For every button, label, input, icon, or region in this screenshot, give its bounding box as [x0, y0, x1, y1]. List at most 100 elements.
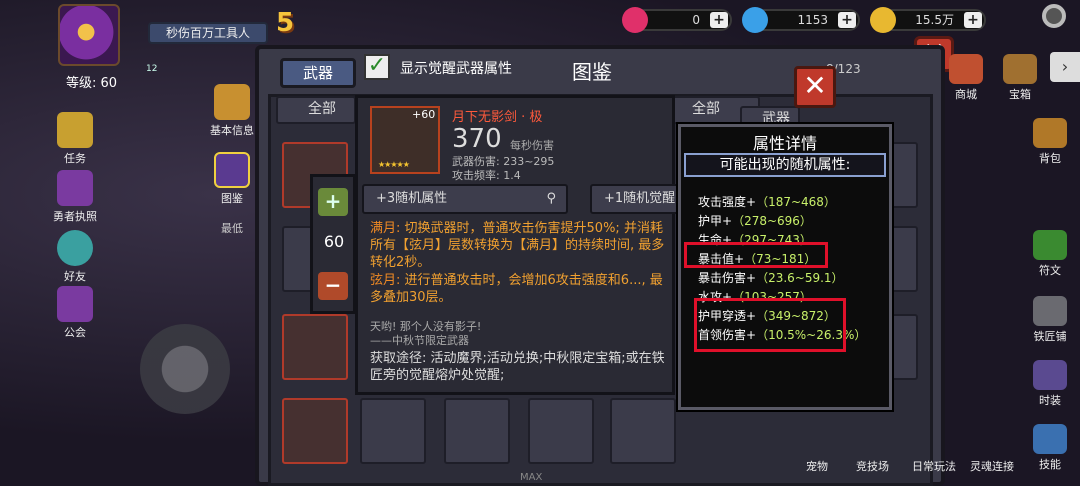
menu-runes[interactable]: 符文: [1028, 230, 1072, 278]
menu-label: 宝箱: [1009, 88, 1031, 101]
heart-icon: [622, 7, 648, 33]
increase-button[interactable]: +: [318, 188, 348, 216]
menu-guild[interactable]: 公会: [50, 286, 100, 340]
vip-level-badge[interactable]: 5: [276, 8, 294, 38]
fashion-icon: [1033, 360, 1067, 390]
menu-shop[interactable]: 商城: [944, 54, 988, 102]
gem-icon: [742, 7, 768, 33]
hearts-counter: 0 +: [622, 7, 732, 33]
guild-icon: [57, 286, 93, 322]
skill-icon: [1033, 424, 1067, 454]
menu-fashion[interactable]: 时装: [1028, 360, 1072, 408]
show-awaken-checkbox[interactable]: ✓: [364, 54, 390, 80]
highlight-box-penetration: [694, 298, 846, 352]
nav-arena[interactable]: 竞技场: [856, 458, 889, 474]
quantity-value: 60: [323, 232, 345, 251]
attribute-row: 暴击伤害+（23.6~59.1）: [698, 269, 844, 286]
attribute-range: （278~696）: [732, 214, 812, 228]
weapon-slot[interactable]: [528, 398, 594, 464]
weapon-name: 月下无影剑 · 极: [452, 110, 543, 125]
tasks-icon: [57, 112, 93, 148]
popup-subtitle: 可能出现的随机属性:: [684, 153, 886, 177]
hearts-value: 0: [692, 13, 700, 27]
menu-blacksmith[interactable]: 铁匠铺: [1028, 296, 1072, 344]
weapon-slot[interactable]: [282, 398, 348, 464]
decrease-button[interactable]: −: [318, 272, 348, 300]
coins-counter: 15.5万 +: [870, 7, 986, 33]
menu-label: 背包: [1039, 152, 1061, 165]
popup-title: 属性详情: [752, 134, 817, 153]
coin-icon: [870, 7, 896, 33]
filter-label: 全部: [308, 101, 336, 117]
panel-title: 图鉴: [572, 60, 612, 84]
skill-text: 进行普通攻击时，会增加6攻击强度和6..., 最多叠加30层。: [370, 273, 663, 305]
notification-badge: 12: [146, 64, 158, 74]
menu-label: 好友: [64, 270, 86, 283]
chest-icon: [1003, 54, 1037, 84]
anvil-icon: [1033, 296, 1067, 326]
button-label: +3随机属性: [376, 191, 448, 206]
nav-soul-link[interactable]: 灵魂连接: [970, 458, 1014, 474]
filter-dropdown-all[interactable]: 全部: [276, 96, 356, 124]
menu-friends[interactable]: 好友: [50, 230, 100, 284]
add-coins-button[interactable]: +: [964, 12, 982, 28]
filter-label: 全部: [692, 101, 720, 117]
highlight-box-crit: [684, 242, 828, 268]
weapon-slot[interactable]: [610, 398, 676, 464]
license-icon: [57, 170, 93, 206]
awaken-attribute-button[interactable]: +1随机觉醒: [590, 184, 680, 214]
rune-icon: [1033, 230, 1067, 260]
random-attribute-button[interactable]: +3随机属性 ⚲: [362, 184, 568, 214]
weapon-dps: 370: [452, 124, 502, 154]
attribute-name: 暴击伤害+: [698, 271, 757, 285]
menu-label: 图鉴: [221, 192, 243, 205]
attribute-range: （23.6~59.1）: [756, 271, 844, 285]
obtain-methods: 获取途径: 活动魔界;活动兑换;中秋限定宝箱;或在铁匠旁的觉醒熔炉处觉醒;: [370, 351, 665, 383]
search-icon: ⚲: [546, 191, 556, 206]
tab-weapon[interactable]: 武器: [280, 58, 356, 88]
player-level: 等级: 60: [66, 76, 118, 91]
show-awaken-label: 显示觉醒武器属性: [400, 61, 512, 77]
attribute-name: 护甲+: [698, 214, 733, 228]
attribute-name: 攻击强度+: [698, 195, 757, 209]
skill-text: 切换武器时，普通攻击伤害提升50%; 并消耗所有【弦月】层数转换为【满月】的持续…: [370, 221, 665, 270]
menu-tasks[interactable]: 任务: [50, 112, 100, 166]
codex-icon: [214, 152, 250, 188]
add-hearts-button[interactable]: +: [710, 12, 728, 28]
menu-sub-hint: 最低: [221, 222, 243, 235]
friends-icon: [57, 230, 93, 266]
backpack-icon: [1033, 118, 1067, 148]
skill-crescent-moon: 弦月: 进行普通攻击时，会增加6攻击强度和6..., 最多叠加30层。: [370, 272, 670, 306]
menu-label: 基本信息: [210, 124, 254, 137]
weapon-dps-label: 每秒伤害: [510, 139, 554, 152]
nav-pets[interactable]: 宠物: [806, 458, 828, 474]
nav-daily[interactable]: 日常玩法: [912, 458, 956, 474]
player-avatar[interactable]: [58, 4, 120, 66]
menu-label: 符文: [1039, 264, 1061, 277]
expand-arrow-icon[interactable]: ›: [1050, 52, 1080, 82]
weapon-level: +60: [412, 108, 436, 121]
attribute-range: （187~468）: [756, 195, 836, 209]
star-icon: [214, 84, 250, 120]
gems-counter: 1153 +: [742, 7, 860, 33]
settings-gear-icon[interactable]: [1042, 4, 1066, 28]
weapon-slot[interactable]: [282, 314, 348, 380]
attribute-row: 护甲+（278~696）: [698, 212, 812, 229]
menu-chest[interactable]: 宝箱: [998, 54, 1042, 102]
menu-label: 公会: [64, 326, 86, 339]
add-gems-button[interactable]: +: [838, 12, 856, 28]
menu-label: 技能: [1039, 458, 1061, 471]
skill-name: 满月:: [370, 221, 401, 236]
weapon-quote-source: ——中秋节限定武器: [370, 334, 469, 347]
virtual-joystick[interactable]: [140, 324, 230, 414]
weapon-slot[interactable]: [360, 398, 426, 464]
menu-skills[interactable]: 技能: [1028, 424, 1072, 472]
menu-backpack[interactable]: 背包: [1028, 118, 1072, 166]
close-panel-icon[interactable]: ✕: [794, 66, 836, 108]
menu-label: 时装: [1039, 394, 1061, 407]
weapon-slot[interactable]: [444, 398, 510, 464]
menu-hero-license[interactable]: 勇者执照: [50, 170, 100, 224]
menu-label: 铁匠铺: [1033, 330, 1067, 343]
skill-name: 弦月:: [370, 273, 401, 288]
skill-full-moon: 满月: 切换武器时，普通攻击伤害提升50%; 并消耗所有【弦月】层数转换为【满月…: [370, 220, 670, 271]
